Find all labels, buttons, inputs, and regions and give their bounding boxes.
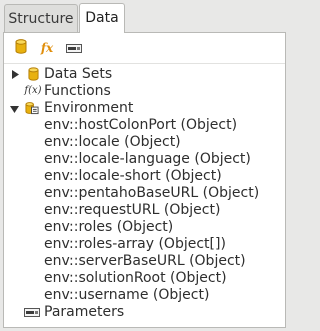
tab-structure[interactable]: Structure: [4, 4, 78, 32]
tree-item-env[interactable]: env::requestURL (Object): [44, 202, 220, 219]
toolbar: fx: [4, 33, 285, 64]
tree-item-env[interactable]: env::roles (Object): [44, 219, 173, 236]
parameter-icon: [24, 306, 40, 320]
tree-item-env[interactable]: env::roles-array (Object[]): [44, 236, 226, 253]
database-icon: [26, 67, 40, 81]
tree-item-env[interactable]: env::locale-language (Object): [44, 151, 251, 168]
function-icon: fx: [40, 41, 54, 55]
tree-item-env[interactable]: env::pentahoBaseURL (Object): [44, 185, 259, 202]
tree-item-env[interactable]: env::locale (Object): [44, 134, 181, 151]
tree-label: Environment: [44, 100, 134, 116]
tree-node-parameters[interactable]: Parameters: [4, 304, 285, 321]
parameter-icon: [66, 39, 82, 58]
environment-icon: [25, 101, 39, 115]
tree-item-env[interactable]: env::locale-short (Object): [44, 168, 222, 185]
tab-bar: Structure Data: [0, 0, 289, 33]
tree-label: Data Sets: [44, 66, 113, 82]
tree-item-env[interactable]: env::hostColonPort (Object): [44, 117, 237, 134]
tree-label: Parameters: [44, 304, 125, 320]
tree-node-environment[interactable]: Environment: [4, 100, 285, 117]
collapse-arrow-icon[interactable]: [9, 104, 19, 114]
tree-item-env[interactable]: env::serverBaseURL (Object): [44, 253, 246, 270]
data-panel: fx Data Sets f(x) Functions Environment …: [3, 32, 286, 328]
add-data-set-button[interactable]: [12, 38, 30, 58]
tree-item-env[interactable]: env::username (Object): [44, 287, 209, 304]
function-icon: f(x): [24, 85, 42, 96]
tree-node-data-sets[interactable]: Data Sets: [4, 66, 285, 83]
tab-data[interactable]: Data: [79, 3, 125, 33]
tree-item-env[interactable]: env::solutionRoot (Object): [44, 270, 227, 287]
add-function-button[interactable]: fx: [38, 39, 56, 57]
tree-label: Functions: [44, 83, 111, 99]
database-icon: [15, 38, 27, 58]
add-parameter-button[interactable]: [65, 39, 83, 57]
tree-node-functions[interactable]: f(x) Functions: [4, 83, 285, 100]
expand-arrow-icon[interactable]: [10, 69, 20, 79]
